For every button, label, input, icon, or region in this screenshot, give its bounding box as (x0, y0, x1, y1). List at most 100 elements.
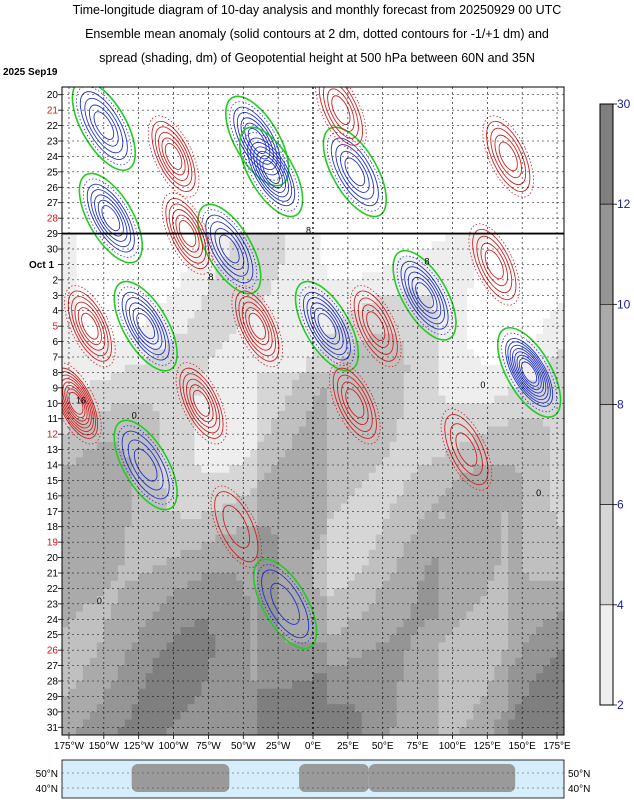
shade-cell (403, 650, 412, 659)
shade-cell (201, 318, 210, 327)
shade-cell (557, 526, 564, 536)
shade-cell (375, 549, 384, 559)
shade-cell (103, 465, 112, 474)
shade-cell (278, 495, 286, 505)
shade-cell (326, 519, 335, 528)
shade-cell (194, 472, 203, 482)
shade-cell (166, 511, 175, 520)
shade-cell (138, 688, 147, 698)
shade-cell (215, 341, 223, 350)
shade-cell (194, 719, 203, 728)
shade-cell (319, 272, 328, 281)
shade-cell (264, 441, 272, 451)
shade-cell (131, 727, 140, 735)
shade-cell (333, 542, 342, 551)
shade-cell (173, 295, 182, 304)
shade-cell (536, 465, 544, 474)
shade-cell (445, 272, 454, 281)
shade-cell (68, 557, 77, 566)
shade-cell (138, 627, 147, 636)
shade-cell (445, 588, 454, 597)
shade-cell (250, 411, 258, 420)
shade-cell (285, 341, 293, 350)
shade-cell (82, 634, 91, 644)
shade-cell (229, 611, 237, 620)
shade-cell (368, 588, 377, 597)
shade-cell (536, 519, 544, 528)
shade-cell (152, 573, 161, 582)
shade-cell (110, 380, 119, 389)
shade-cell (299, 511, 307, 520)
shade-cell (124, 696, 133, 705)
shade-cell (354, 411, 363, 420)
shade-cell (166, 411, 175, 420)
shade-cell (75, 565, 84, 574)
shade-cell (403, 387, 412, 397)
shade-cell (285, 295, 293, 304)
shade-cell (152, 565, 161, 574)
shade-cell (410, 542, 419, 551)
shade-cell (536, 511, 544, 520)
shade-cell (187, 719, 196, 728)
shade-cell (222, 411, 230, 420)
shade-cell (508, 395, 516, 404)
shade-cell (117, 704, 126, 713)
shade-cell (243, 696, 251, 705)
shade-cell (201, 696, 210, 705)
shade-cell (333, 488, 342, 497)
shade-cell (110, 480, 119, 489)
shade-cell (515, 480, 523, 489)
shade-cell (543, 650, 551, 659)
shade-cell (166, 480, 175, 489)
shade-cell (68, 349, 77, 358)
shade-cell (201, 457, 210, 466)
shade-cell (96, 611, 105, 620)
shade-cell (424, 704, 433, 713)
shade-cell (159, 434, 168, 443)
shade-cell (299, 611, 307, 620)
shade-cell (124, 627, 133, 636)
shade-cell (299, 457, 307, 466)
shade-cell (299, 272, 307, 281)
shade-cell (438, 719, 447, 728)
shade-cell (292, 241, 300, 250)
shade-cell (124, 557, 133, 566)
shade-cell (96, 642, 105, 651)
shade-cell (215, 711, 223, 721)
shade-cell (417, 387, 426, 397)
shade-cell (354, 418, 363, 428)
shade-cell (389, 711, 398, 721)
shade-cell (173, 519, 182, 528)
shade-cell (319, 495, 328, 505)
shade-cell (522, 449, 530, 458)
shade-cell (285, 557, 293, 566)
shade-cell (340, 349, 349, 358)
shade-cell (445, 611, 454, 620)
shade-cell (313, 249, 321, 258)
shade-cell (313, 596, 321, 605)
shade-cell (75, 557, 84, 566)
shade-cell (180, 303, 189, 312)
shade-cell (515, 588, 523, 597)
shade-cell (319, 503, 328, 512)
shade-cell (229, 688, 237, 698)
shade-cell (382, 279, 391, 289)
shade-cell (187, 303, 196, 312)
shade-cell (117, 665, 126, 674)
shade-cell (250, 688, 258, 698)
shade-cell (340, 611, 349, 620)
shade-cell (529, 472, 537, 482)
shade-cell (222, 287, 230, 296)
shade-cell (361, 727, 370, 735)
shade-cell (264, 403, 272, 412)
shade-cell (361, 619, 370, 628)
shade-cell (445, 719, 454, 728)
shade-cell (313, 395, 321, 404)
shade-cell (236, 480, 244, 489)
shade-cell (354, 611, 363, 620)
shade-cell (487, 449, 495, 458)
shade-cell (257, 634, 265, 644)
shade-cell (215, 472, 223, 482)
shade-cell (313, 665, 321, 674)
shade-cell (229, 719, 237, 728)
